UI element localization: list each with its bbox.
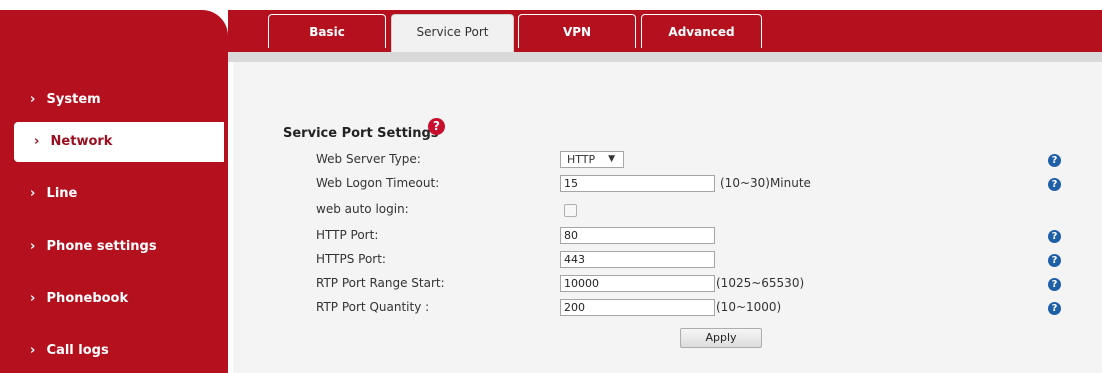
- chevron-right-icon: ›: [30, 291, 36, 306]
- tab-service-port[interactable]: Service Port: [391, 14, 514, 52]
- chevron-right-icon: ›: [30, 92, 36, 107]
- info-icon[interactable]: ?: [428, 118, 445, 135]
- apply-button[interactable]: Apply: [680, 328, 762, 348]
- help-icon[interactable]: ?: [1048, 230, 1061, 243]
- sidebar-item-label: Call logs: [46, 343, 109, 358]
- help-icon[interactable]: ?: [1048, 254, 1061, 267]
- help-icon[interactable]: ?: [1048, 278, 1061, 291]
- chevron-right-icon: ›: [30, 186, 36, 201]
- web-auto-login-label: web auto login:: [316, 202, 409, 216]
- sidebar-item-label: Network: [50, 134, 113, 149]
- sidebar-item-label: Phone settings: [46, 239, 157, 254]
- tab-vpn[interactable]: VPN: [518, 14, 636, 48]
- sidebar-item-label: System: [46, 92, 101, 107]
- http-port-label: HTTP Port:: [316, 228, 379, 242]
- rtp-port-start-hint: (1025~65530): [716, 276, 805, 290]
- sidebar-item-line[interactable]: › Line: [0, 174, 224, 214]
- help-icon[interactable]: ?: [1048, 154, 1061, 167]
- chevron-right-icon: ›: [34, 134, 40, 149]
- rtp-port-quantity-label: RTP Port Quantity :: [316, 300, 430, 314]
- rtp-port-quantity-hint: (10~1000): [716, 300, 782, 314]
- web-server-type-label: Web Server Type:: [316, 152, 421, 166]
- rtp-port-quantity-input[interactable]: [560, 299, 715, 316]
- https-port-input[interactable]: [560, 251, 715, 268]
- section-title: Service Port Settings: [283, 126, 439, 141]
- https-port-label: HTTPS Port:: [316, 252, 386, 266]
- sidebar-item-label: Phonebook: [46, 291, 129, 306]
- web-logon-timeout-label: Web Logon Timeout:: [316, 176, 440, 190]
- help-icon[interactable]: ?: [1048, 178, 1061, 191]
- web-logon-timeout-input[interactable]: [560, 175, 715, 192]
- chevron-right-icon: ›: [30, 343, 36, 358]
- http-port-input[interactable]: [560, 227, 715, 244]
- sidebar: › System › Network › Line › Phone settin…: [0, 10, 228, 373]
- tab-advanced[interactable]: Advanced: [641, 14, 762, 48]
- sidebar-item-phone-settings[interactable]: › Phone settings: [0, 227, 224, 267]
- web-logon-timeout-hint: (10~30)Minute: [720, 176, 811, 190]
- sidebar-item-network[interactable]: › Network: [14, 122, 224, 162]
- help-icon[interactable]: ?: [1048, 302, 1061, 315]
- web-auto-login-checkbox[interactable]: [564, 204, 577, 217]
- chevron-right-icon: ›: [30, 239, 36, 254]
- web-server-type-select[interactable]: HTTP ▼: [560, 151, 624, 168]
- sidebar-item-label: Line: [46, 186, 78, 201]
- dropdown-arrow-icon: ▼: [608, 154, 615, 164]
- web-server-type-value: HTTP: [567, 153, 596, 166]
- sidebar-item-call-logs[interactable]: › Call logs: [0, 331, 224, 371]
- rtp-port-start-label: RTP Port Range Start:: [316, 276, 445, 290]
- tab-bar-divider: [228, 52, 1102, 62]
- sidebar-item-system[interactable]: › System: [0, 80, 224, 120]
- sidebar-item-phonebook[interactable]: › Phonebook: [0, 279, 224, 319]
- content-panel: [233, 62, 1102, 373]
- tab-basic[interactable]: Basic: [268, 14, 386, 48]
- rtp-port-start-input[interactable]: [560, 275, 715, 292]
